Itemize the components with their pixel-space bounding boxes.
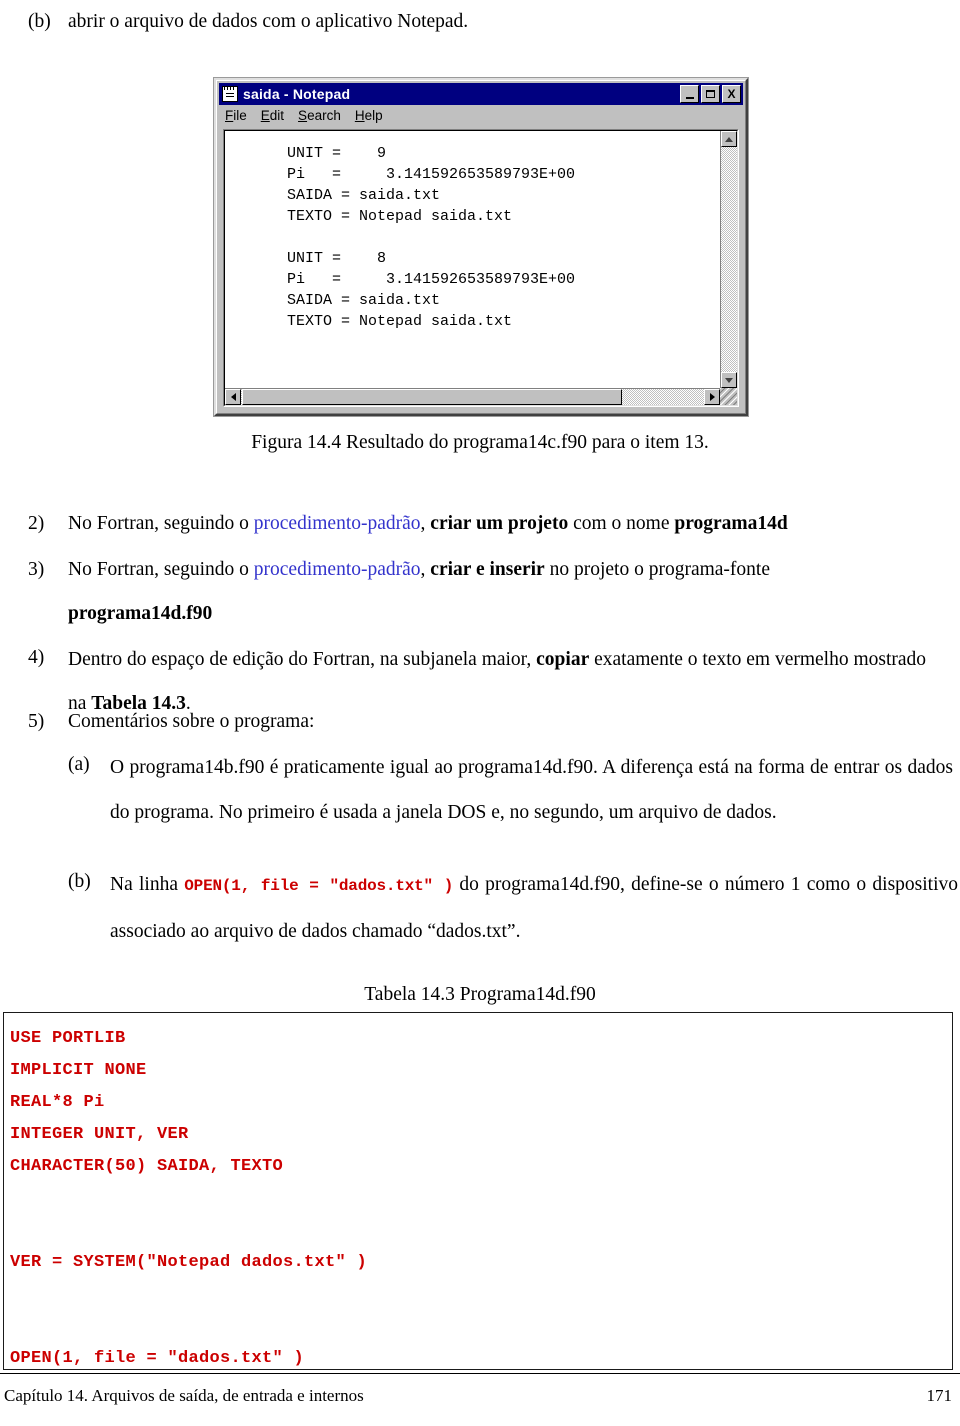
list-item-2-text: No Fortran, seguindo o procedimento-padr… bbox=[68, 504, 948, 544]
list-item-5a: (a) O programa14b.f90 é praticamente igu… bbox=[68, 745, 953, 835]
figure-caption: Figura 14.4 Resultado do programa14c.f90… bbox=[251, 432, 709, 453]
horizontal-scrollbar-thumb[interactable] bbox=[242, 389, 622, 405]
i3-bold1: criar e inserir bbox=[430, 559, 545, 580]
chevron-up-icon bbox=[725, 136, 733, 142]
footer-divider bbox=[0, 1373, 960, 1374]
i3-part1: No Fortran, seguindo o bbox=[68, 559, 254, 580]
list-item-5-marker: 5) bbox=[28, 711, 45, 732]
list-item-3-continuation: programa14d.f90 bbox=[68, 603, 213, 624]
menu-item-help[interactable]: Help bbox=[355, 108, 383, 123]
i4-part1: Dentro do espaço de edição do Fortran, n… bbox=[68, 649, 537, 670]
code-line: IMPLICIT NONE bbox=[10, 1061, 147, 1080]
menu-item-edit[interactable]: Edit bbox=[261, 108, 284, 123]
list-item-3-marker: 3) bbox=[28, 559, 45, 580]
chevron-left-icon bbox=[230, 393, 236, 401]
notepad-window-inner: saida - Notepad X File Edit Search Help … bbox=[216, 80, 746, 414]
code-block: USE PORTLIB IMPLICIT NONE REAL*8 Pi INTE… bbox=[3, 1012, 953, 1370]
maximize-button[interactable] bbox=[701, 85, 720, 103]
i3-part3: no projeto o programa-fonte bbox=[544, 559, 770, 580]
scroll-up-button[interactable] bbox=[721, 131, 737, 147]
intro-text: abrir o arquivo de dados com o aplicativ… bbox=[68, 11, 469, 32]
i5b-inline-code: OPEN(1, file = "dados.txt" ) bbox=[184, 877, 454, 895]
code-line: USE PORTLIB bbox=[10, 1029, 126, 1048]
i5b-part1: Na linha bbox=[110, 874, 185, 895]
scroll-left-button[interactable] bbox=[225, 389, 241, 405]
list-item-3-text: No Fortran, seguindo o procedimento-padr… bbox=[68, 550, 948, 590]
window-title: saida - Notepad bbox=[243, 86, 351, 102]
list-item-5b-marker: (b) bbox=[68, 871, 91, 892]
list-item-5a-text: O programa14b.f90 é praticamente igual a… bbox=[110, 757, 953, 823]
list-item-5-text: Comentários sobre o programa: bbox=[68, 711, 315, 732]
document-page: (b) abrir o arquivo de dados com o aplic… bbox=[0, 0, 960, 1426]
minimize-button[interactable] bbox=[680, 85, 699, 103]
i2-bold2: programa14d bbox=[674, 513, 788, 534]
table-caption: Tabela 14.3 Programa14d.f90 bbox=[364, 984, 596, 1005]
notepad-menubar: File Edit Search Help bbox=[219, 105, 743, 125]
horizontal-scrollbar[interactable] bbox=[225, 388, 720, 405]
list-item-5: 5) Comentários sobre o programa: bbox=[28, 702, 948, 742]
scroll-down-button[interactable] bbox=[721, 372, 737, 388]
i3-link[interactable]: procedimento-padrão bbox=[254, 559, 421, 580]
scroll-right-button[interactable] bbox=[704, 389, 720, 405]
code-line: VER = SYSTEM("Notepad dados.txt" ) bbox=[10, 1253, 368, 1272]
chevron-right-icon bbox=[709, 393, 715, 401]
notepad-textarea-frame: UNIT = 9 Pi = 3.141592653589793E+00 SAID… bbox=[223, 129, 739, 407]
i2-part3: com o nome bbox=[568, 513, 675, 534]
page-footer: Capítulo 14. Arquivos de saída, de entra… bbox=[0, 1386, 960, 1406]
notepad-icon bbox=[222, 86, 238, 102]
code-line: CHARACTER(50) SAIDA, TEXTO bbox=[10, 1157, 284, 1176]
chevron-down-icon bbox=[725, 377, 733, 383]
menu-item-file[interactable]: File bbox=[225, 108, 247, 123]
footer-chapter-label: Capítulo 14. Arquivos de saída, de entra… bbox=[4, 1386, 364, 1405]
i2-bold1: criar um projeto bbox=[430, 513, 569, 534]
menu-item-search[interactable]: Search bbox=[298, 108, 341, 123]
intro-marker: (b) bbox=[28, 11, 51, 32]
window-buttons: X bbox=[680, 85, 741, 103]
footer-page-number: 171 bbox=[926, 1386, 953, 1405]
notepad-window[interactable]: saida - Notepad X File Edit Search Help … bbox=[214, 78, 748, 416]
i2-part2: , bbox=[420, 513, 431, 534]
list-item-2: 2) No Fortran, seguindo o procedimento-p… bbox=[28, 504, 948, 544]
notepad-textarea-inner: UNIT = 9 Pi = 3.141592653589793E+00 SAID… bbox=[224, 130, 738, 406]
list-item-5a-marker: (a) bbox=[68, 754, 90, 775]
list-item-5b-text: Na linha OPEN(1, file = "dados.txt" ) do… bbox=[110, 862, 958, 954]
minimize-icon bbox=[685, 96, 694, 99]
i2-link[interactable]: procedimento-padrão bbox=[254, 513, 421, 534]
code-line: INTEGER UNIT, VER bbox=[10, 1125, 189, 1144]
maximize-icon bbox=[706, 90, 715, 98]
resize-grip[interactable] bbox=[720, 388, 737, 405]
list-item-3: 3) No Fortran, seguindo o procedimento-p… bbox=[28, 550, 948, 590]
list-item-2-marker: 2) bbox=[28, 513, 45, 534]
notepad-text-content[interactable]: UNIT = 9 Pi = 3.141592653589793E+00 SAID… bbox=[225, 131, 720, 388]
code-line: REAL*8 Pi bbox=[10, 1093, 105, 1112]
code-line: OPEN(1, file = "dados.txt" ) bbox=[10, 1349, 305, 1368]
vertical-scrollbar[interactable] bbox=[720, 131, 737, 388]
intro-line: (b) abrir o arquivo de dados com o aplic… bbox=[28, 2, 928, 42]
list-item-5b: (b) Na linha OPEN(1, file = "dados.txt" … bbox=[68, 862, 958, 954]
notepad-titlebar[interactable]: saida - Notepad X bbox=[219, 83, 743, 105]
i2-part1: No Fortran, seguindo o bbox=[68, 513, 254, 534]
i4-bold1: copiar bbox=[536, 649, 590, 670]
i3-part2: , bbox=[420, 559, 431, 580]
close-button[interactable]: X bbox=[722, 85, 741, 103]
